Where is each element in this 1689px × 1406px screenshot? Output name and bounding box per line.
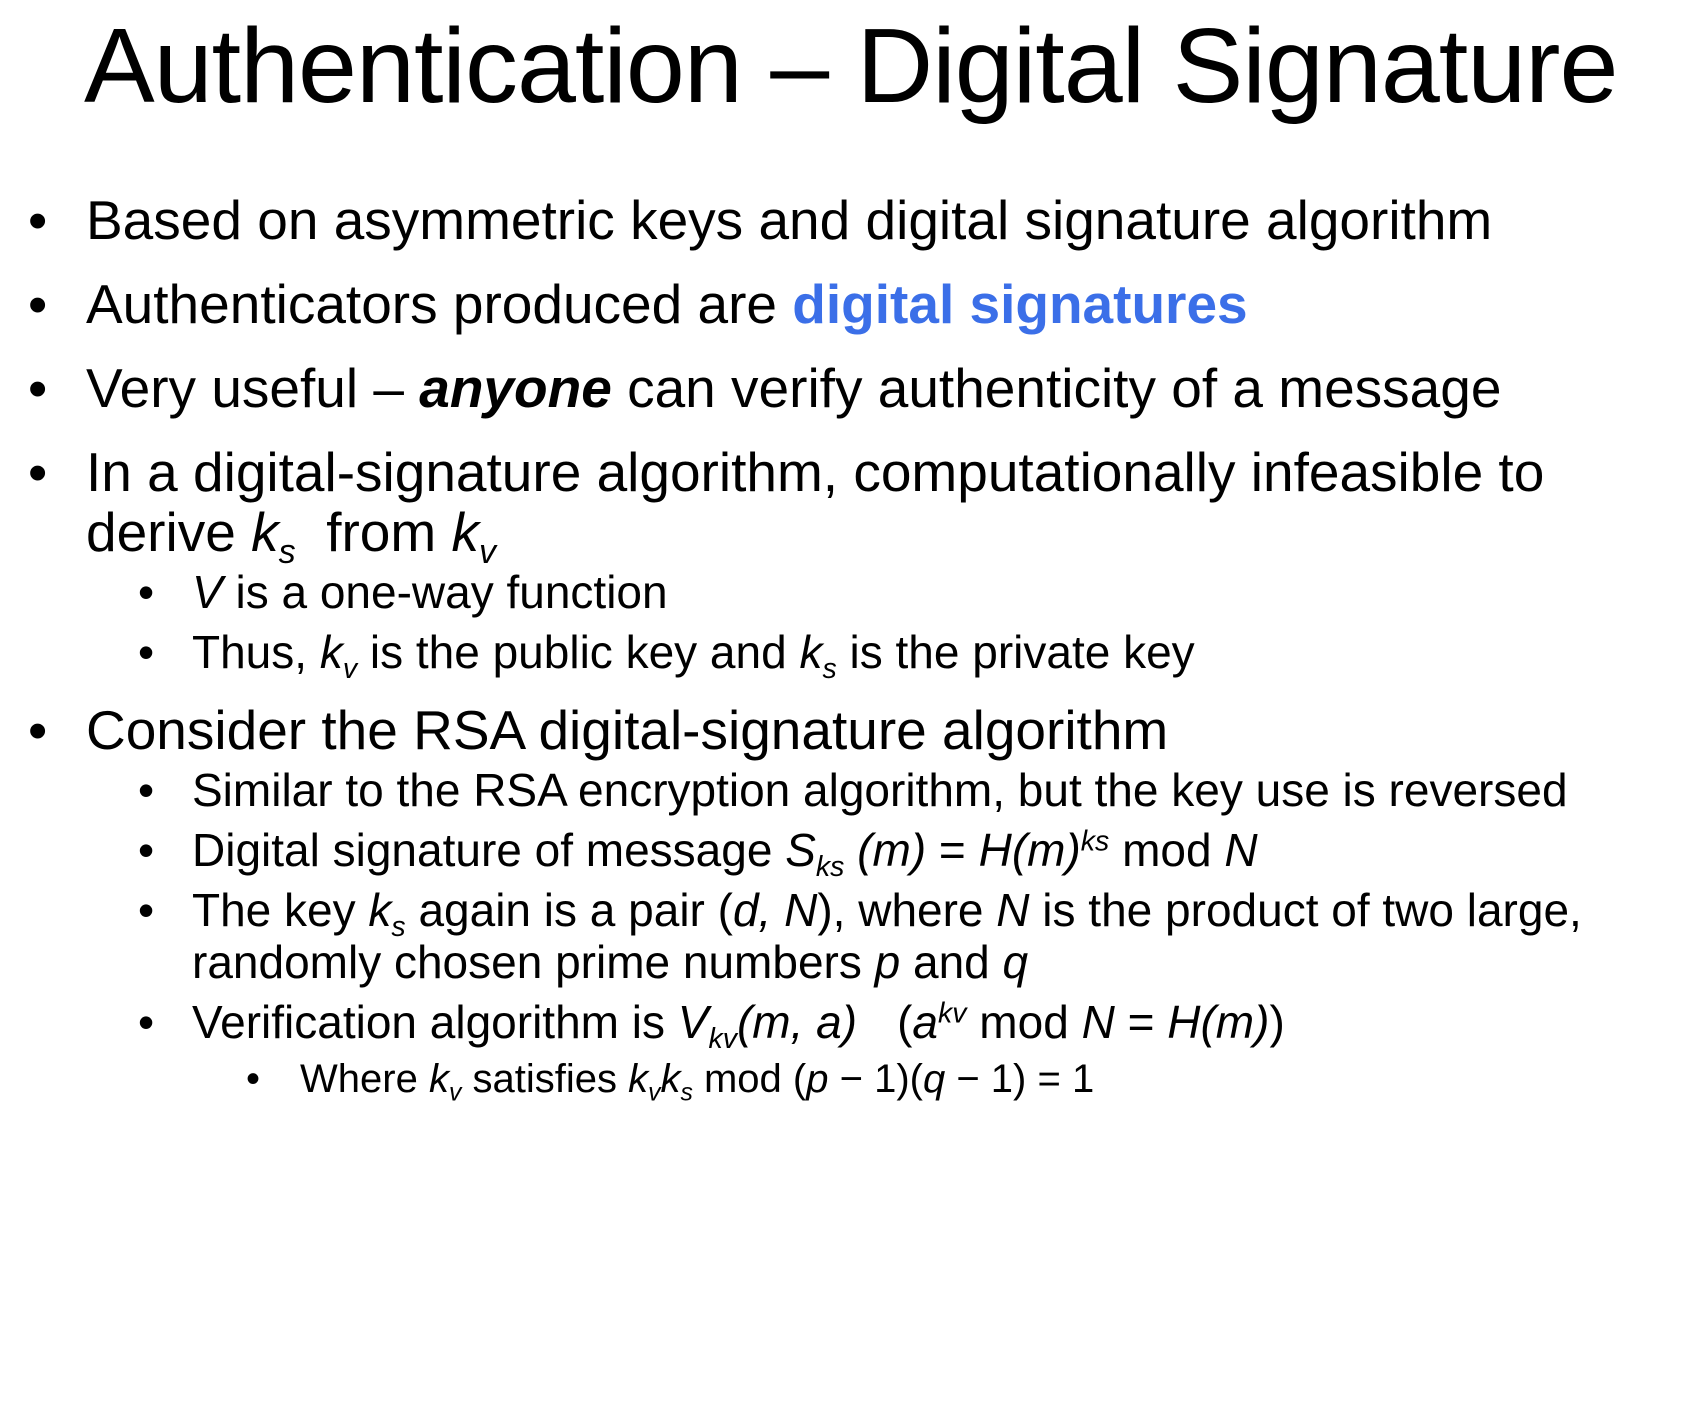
bullet-authenticators: Authenticators produced are digital sign… [0, 274, 1689, 334]
sub-v: v [648, 1079, 661, 1107]
bullet-text: can verify authenticity of a message [611, 357, 1502, 419]
sub-bullet-similar-rsa: Similar to the RSA encryption algorithm,… [0, 764, 1689, 816]
sub-kv: kv [708, 1022, 737, 1055]
var-a: a [912, 996, 938, 1048]
pair-dN: d, N [732, 884, 818, 936]
var-N: N [1081, 996, 1115, 1048]
arg-m: (m) [844, 824, 927, 876]
bullet-text: Based on asymmetric keys and digital sig… [86, 189, 1493, 251]
bullet-very-useful: Very useful – anyone can verify authenti… [0, 358, 1689, 418]
sub-s: s [680, 1079, 693, 1107]
var-q: q [1002, 936, 1029, 988]
var-V: V [677, 996, 709, 1048]
sub-bullet-signature-formula: Digital signature of message Sks (m) = H… [0, 824, 1689, 881]
var-k: k [451, 501, 479, 563]
bullet-text: mod ( [692, 1057, 807, 1101]
paren-open: ( [897, 996, 913, 1048]
sub-v: v [448, 1079, 462, 1107]
var-k: k [319, 626, 343, 678]
sub-bullet-public-private: Thus, kv is the public key and ks is the… [0, 626, 1689, 683]
bullet-text: ), where [817, 884, 997, 936]
bullet-infeasible-derive: In a digital-signature algorithm, comput… [0, 442, 1689, 569]
var-H: H [978, 824, 1012, 876]
slide-title: Authentication – Digital Signature [84, 7, 1618, 125]
bullet-rsa: Consider the RSA digital-signature algor… [0, 700, 1689, 760]
bullet-text: Where [300, 1057, 429, 1101]
sub-sub-bullet-where: Where kv satisfies kvks mod (p − 1)(q − … [0, 1056, 1689, 1106]
var-k: k [428, 1057, 449, 1101]
var-k: k [799, 626, 823, 678]
var-V: V [192, 566, 223, 618]
sub-v: v [342, 652, 358, 685]
var-p: p [806, 1057, 829, 1101]
bullet-text: The key [192, 884, 369, 936]
var-k: k [660, 1057, 681, 1101]
sub-bullet-verification: Verification algorithm is Vkv(m, a)(akv … [0, 996, 1689, 1053]
bullet-text: satisfies [461, 1057, 629, 1101]
highlight-digital-signatures: digital signatures [792, 273, 1248, 335]
bullet-text: Digital signature of message [192, 824, 786, 876]
exp-kv: kv [938, 997, 967, 1030]
sub-s: s [822, 652, 837, 685]
sub-ks: ks [815, 850, 845, 883]
var-N: N [1224, 824, 1258, 876]
var-N: N [996, 884, 1030, 936]
var-q: q [922, 1057, 946, 1101]
bullet-text: Consider the RSA digital-signature algor… [86, 699, 1169, 761]
bullet-text: is the public key and [357, 626, 800, 678]
var-k: k [628, 1057, 649, 1101]
var-H: H [1167, 996, 1201, 1048]
bullet-text: − 1) = 1 [945, 1057, 1095, 1101]
paren-close: ) [1269, 996, 1285, 1048]
equals: = [926, 824, 979, 876]
bullet-list: Based on asymmetric keys and digital sig… [0, 190, 1689, 1108]
bullet-text: and [900, 936, 1003, 988]
mod-text: mod [966, 996, 1082, 1048]
sub-bullet-one-way: V is a one-way function [0, 566, 1689, 618]
sub-bullet-key-pair: The key ks again is a pair (d, N), where… [0, 884, 1689, 988]
exp-ks: ks [1080, 825, 1110, 858]
bullet-asymmetric-keys: Based on asymmetric keys and digital sig… [0, 190, 1689, 250]
equals: = [1114, 996, 1168, 1048]
var-k: k [368, 884, 392, 936]
mod-text: mod [1109, 824, 1225, 876]
bullet-text: − 1)( [828, 1057, 923, 1101]
args-m-a: (m, a) [736, 996, 858, 1048]
bullet-text: Authenticators produced are [86, 273, 793, 335]
var-k: k [251, 501, 279, 563]
slide: Authentication – Digital Signature Based… [0, 0, 1689, 1406]
bullet-text: again is a pair ( [405, 884, 733, 936]
bullet-text: from [295, 501, 452, 563]
bullet-text: Verification algorithm is [192, 996, 678, 1048]
arg-m: (m) [1200, 996, 1270, 1048]
bullet-text: Thus, [192, 626, 320, 678]
emphasis-anyone: anyone [419, 357, 612, 419]
bullet-text: Very useful – [86, 357, 420, 419]
arg-m: (m) [1011, 824, 1081, 876]
var-S: S [785, 824, 816, 876]
var-p: p [874, 936, 901, 988]
bullet-text: Similar to the RSA encryption algorithm,… [192, 764, 1568, 816]
bullet-text: is a one-way function [222, 566, 668, 618]
bullet-text: is the private key [836, 626, 1195, 678]
